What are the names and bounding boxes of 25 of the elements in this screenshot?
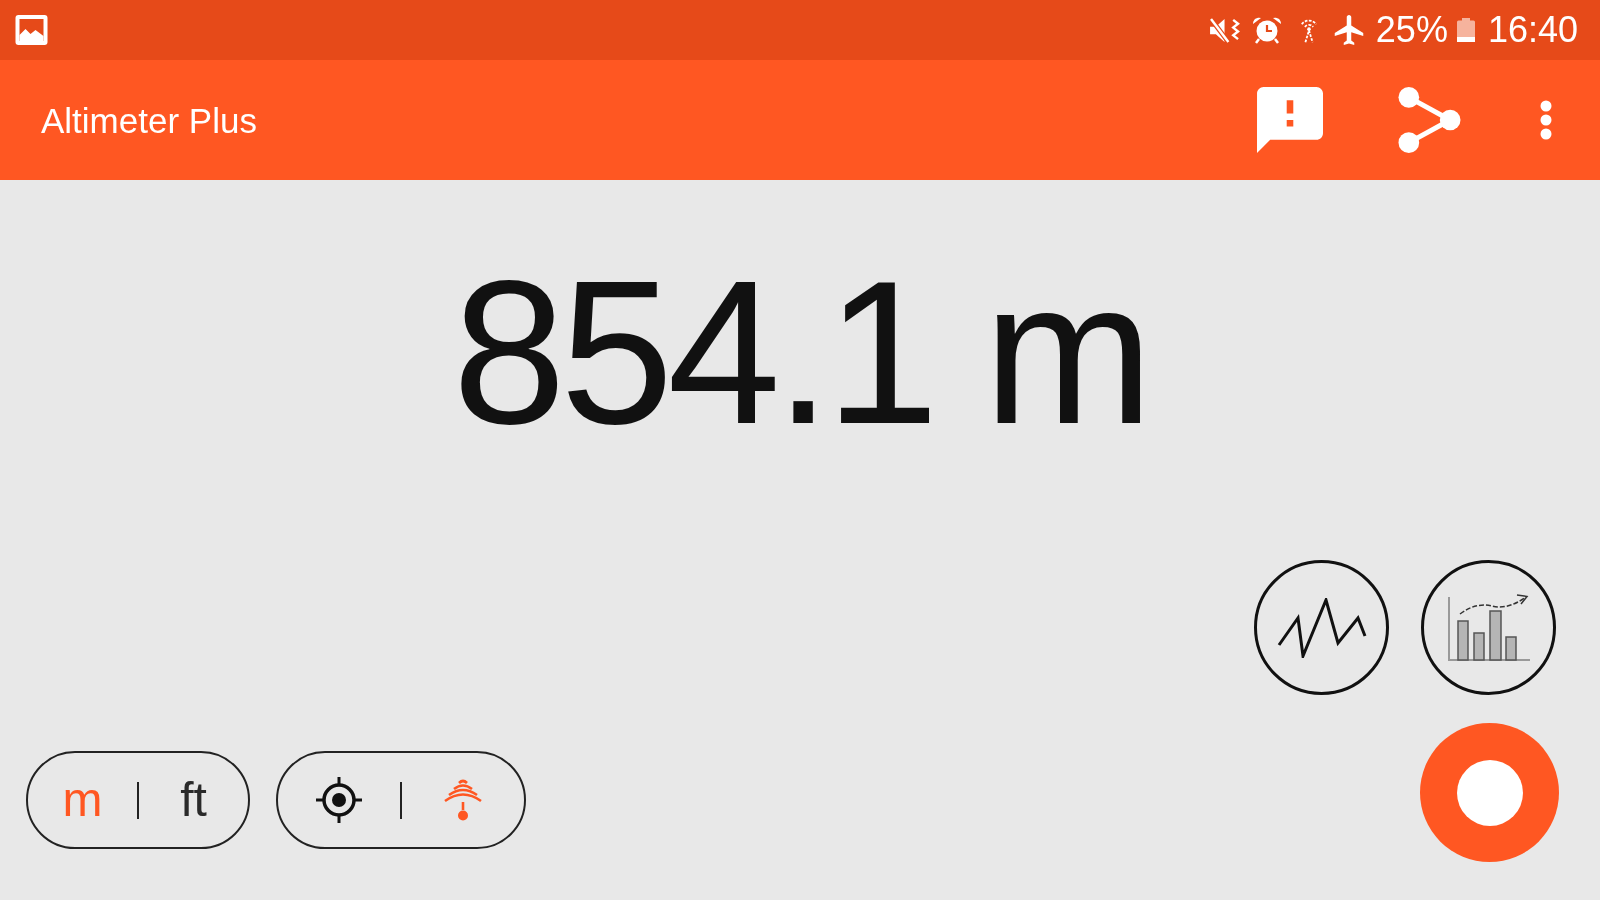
crosshair-icon: [316, 777, 362, 823]
bar-chart-icon: [1447, 593, 1530, 662]
clock-time: 16:40: [1487, 12, 1578, 48]
alarm-clock-icon: [1251, 16, 1282, 44]
share-button[interactable]: [1398, 86, 1461, 154]
battery-percentage: 25%: [1375, 12, 1448, 48]
live-trace-button[interactable]: [1254, 560, 1389, 695]
airplane-icon: [1333, 15, 1364, 45]
mute-icon: [1208, 16, 1242, 44]
more-options-icon: [1540, 100, 1552, 140]
chart-button[interactable]: [1421, 560, 1556, 695]
share-icon: [1398, 86, 1461, 154]
gps-source-button[interactable]: [316, 777, 362, 823]
alert-bubble-icon: [1255, 87, 1325, 153]
unit-option[interactable]: ft: [180, 776, 207, 824]
battery-icon: [1455, 18, 1476, 42]
altitude-reading: 854.1 m: [452, 250, 1148, 454]
image-icon: [15, 15, 48, 45]
app-title: Altimeter Plus: [41, 102, 257, 138]
feedback-button[interactable]: [1255, 87, 1325, 153]
signal-waves-icon: [443, 778, 483, 822]
pressure-source-button[interactable]: [443, 778, 483, 822]
zigzag-line-icon: [1276, 597, 1367, 658]
more-options-button[interactable]: [1540, 100, 1552, 140]
dot-icon: [1456, 759, 1523, 826]
